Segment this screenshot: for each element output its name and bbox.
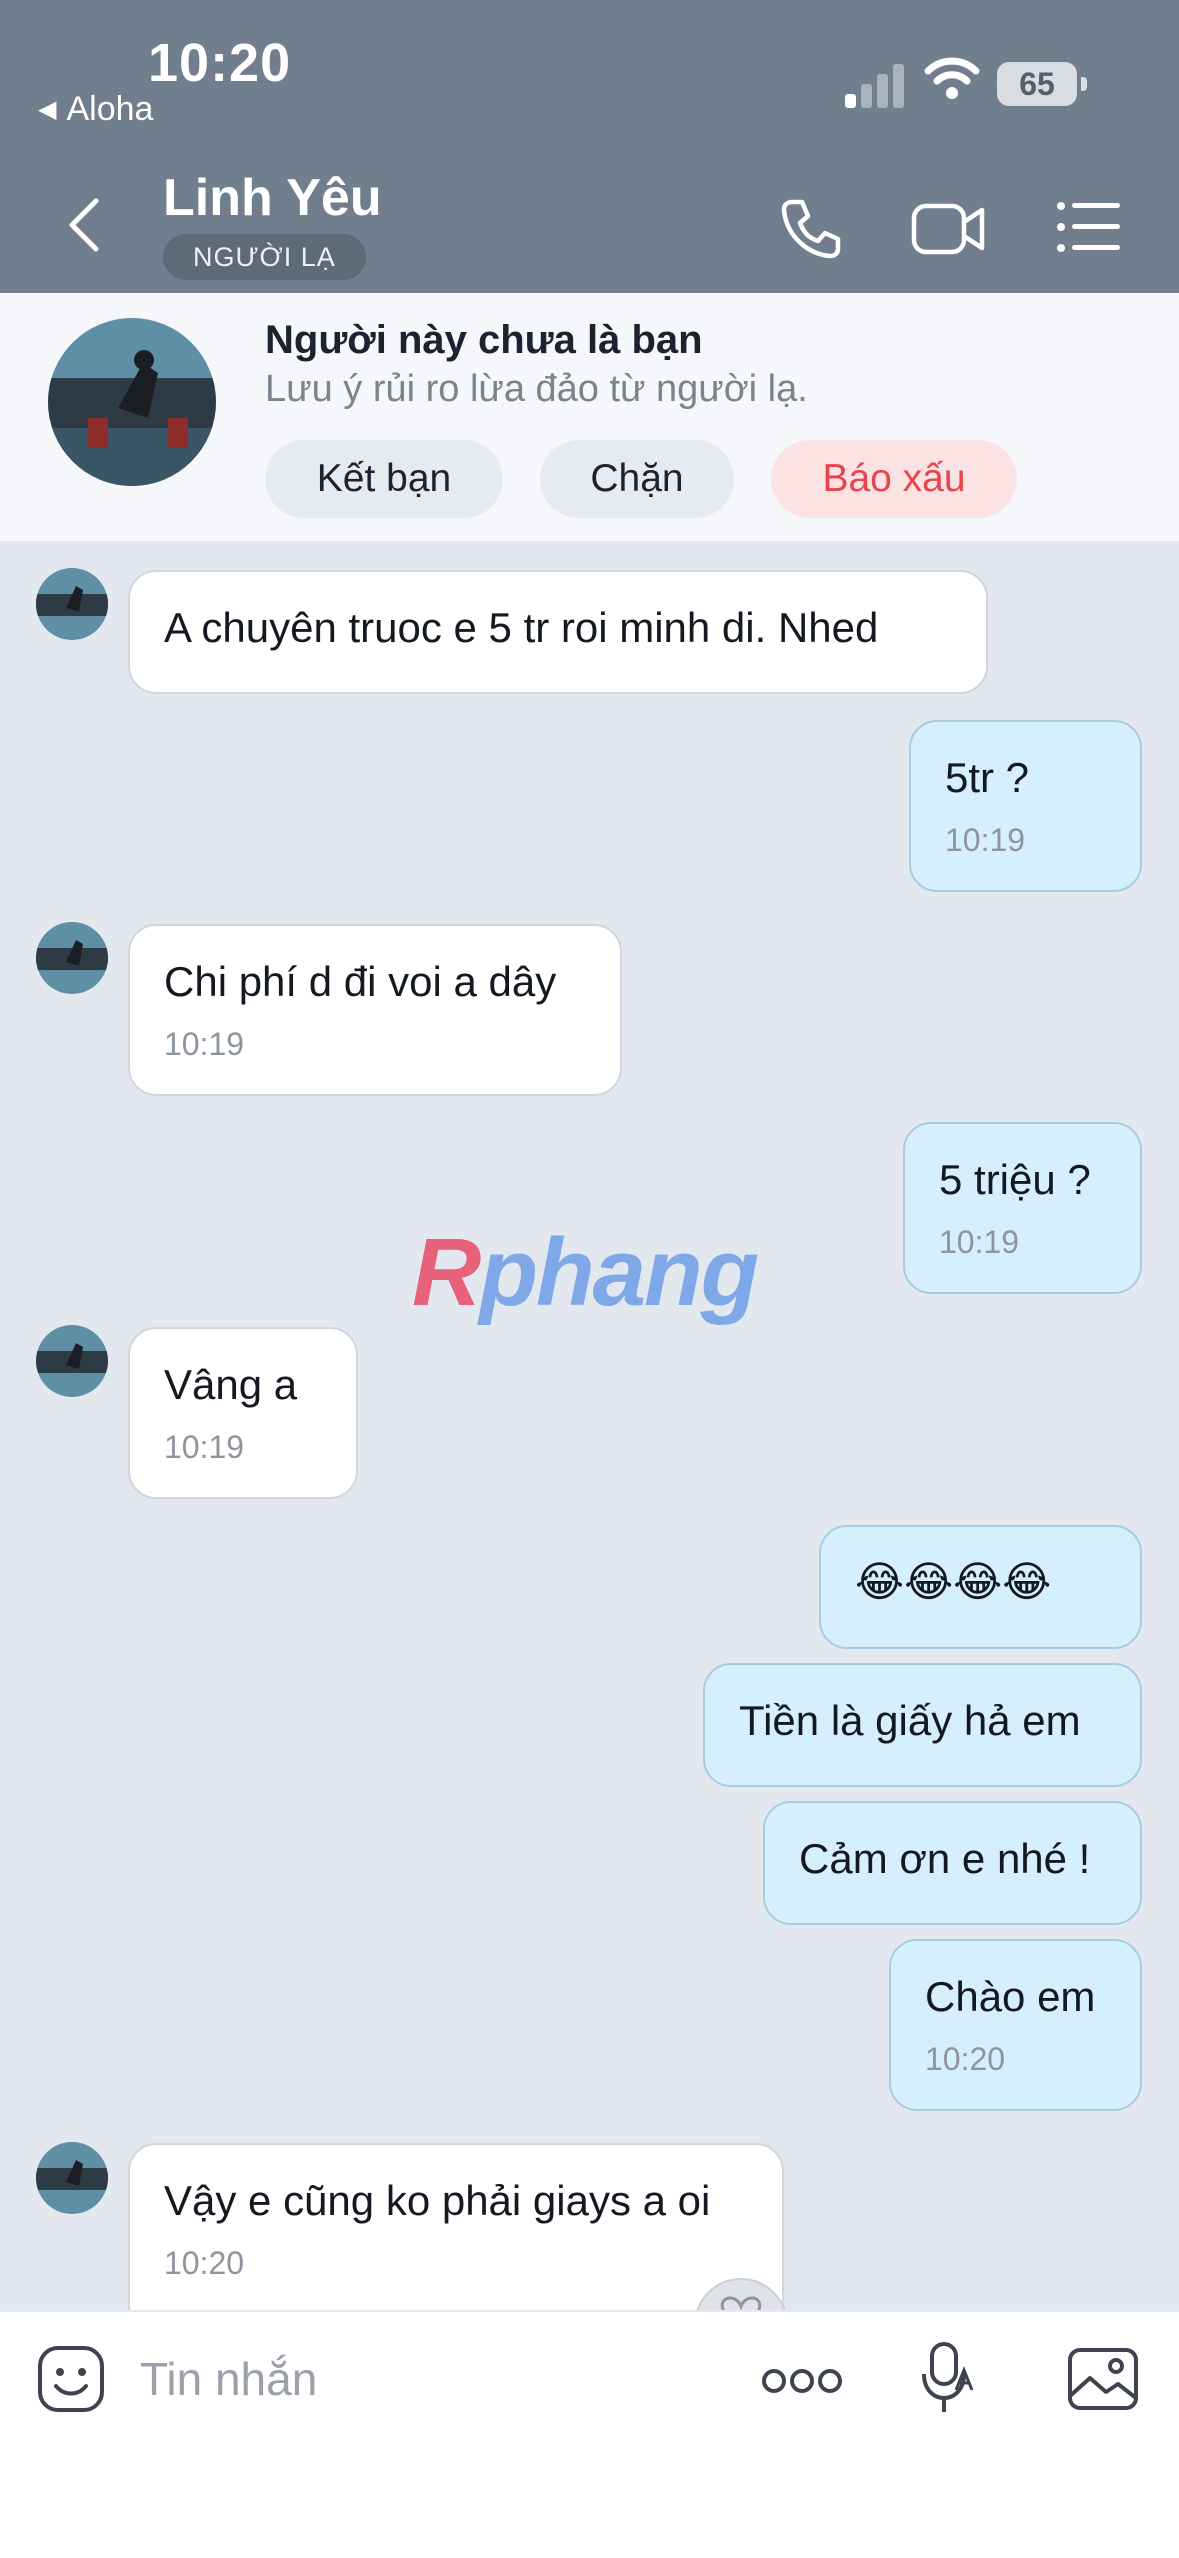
back-to-app-link[interactable]: ◀ Aloha bbox=[38, 90, 153, 129]
cellular-signal-icon bbox=[845, 62, 905, 108]
back-triangle-icon: ◀ bbox=[38, 96, 57, 123]
message-bubble-outgoing[interactable]: 5 triệu ? 10:19 bbox=[903, 1122, 1142, 1294]
battery-level: 65 bbox=[997, 62, 1077, 106]
message-composer bbox=[0, 2310, 1179, 2558]
banner-title: Người này chưa là bạn bbox=[265, 318, 703, 362]
message-bubble-outgoing[interactable]: 5tr ? 10:19 bbox=[909, 720, 1142, 892]
watermark-logo: Rphang bbox=[412, 1219, 759, 1326]
phone-call-icon[interactable] bbox=[778, 196, 844, 262]
message-time: 10:19 bbox=[164, 1429, 245, 1465]
sender-avatar[interactable] bbox=[36, 568, 108, 640]
message-bubble-outgoing[interactable]: Cảm ơn e nhé ! bbox=[763, 1801, 1142, 1925]
stranger-badge: NGƯỜI LẠ bbox=[163, 234, 366, 280]
message-time: 10:20 bbox=[164, 2245, 245, 2281]
message-text: A chuyên truoc e 5 tr roi minh di. Nhed bbox=[164, 604, 879, 651]
back-app-label: Aloha bbox=[66, 90, 154, 128]
message-bubble-incoming[interactable]: A chuyên truoc e 5 tr roi minh di. Nhed bbox=[128, 570, 988, 694]
message-bubble-incoming[interactable]: Chi phí d đi voi a dây 10:19 bbox=[128, 924, 622, 1096]
message-text: Vậy e cũng ko phải giays a oi bbox=[164, 2177, 711, 2224]
message-time: 10:19 bbox=[945, 822, 1026, 858]
message-bubble-outgoing[interactable]: Tiền là giấy hả em bbox=[703, 1663, 1142, 1787]
message-input[interactable]: Tin nhắn bbox=[140, 2352, 317, 2406]
voice-microphone-icon[interactable] bbox=[918, 2340, 974, 2416]
sender-avatar[interactable] bbox=[36, 922, 108, 994]
sticker-emoji-icon[interactable] bbox=[36, 2344, 106, 2414]
message-text: Cảm ơn e nhé ! bbox=[799, 1835, 1091, 1882]
photo-gallery-icon[interactable] bbox=[1066, 2346, 1140, 2412]
menu-list-icon[interactable] bbox=[1056, 200, 1122, 254]
message-bubble-incoming[interactable]: Vâng a 10:19 bbox=[128, 1327, 358, 1499]
message-text: 😂😂😂😂 bbox=[855, 1558, 1052, 1605]
message-text: Chi phí d đi voi a dây bbox=[164, 958, 557, 1005]
message-bubble-outgoing[interactable]: Chào em 10:20 bbox=[889, 1939, 1142, 2111]
contact-name[interactable]: Linh Yêu bbox=[163, 168, 382, 228]
message-text: Vâng a bbox=[164, 1361, 298, 1408]
back-arrow-icon[interactable] bbox=[62, 195, 106, 255]
message-text: 5 triệu ? bbox=[939, 1156, 1091, 1203]
status-time: 10:20 bbox=[148, 33, 292, 93]
sender-avatar[interactable] bbox=[36, 2142, 108, 2214]
video-call-icon[interactable] bbox=[910, 200, 988, 258]
battery-tip bbox=[1081, 77, 1087, 91]
message-time: 10:20 bbox=[925, 2041, 1006, 2077]
banner-subtitle: Lưu ý rủi ro lừa đảo từ người lạ. bbox=[265, 368, 808, 410]
message-text: 5tr ? bbox=[945, 754, 1030, 801]
message-time: 10:19 bbox=[164, 1026, 245, 1062]
message-time: 10:19 bbox=[939, 1224, 1020, 1260]
message-text: Chào em bbox=[925, 1973, 1096, 2020]
wifi-icon bbox=[924, 57, 980, 99]
more-options-icon[interactable] bbox=[760, 2366, 844, 2396]
contact-avatar[interactable] bbox=[48, 318, 216, 486]
message-bubble-outgoing[interactable]: 😂😂😂😂 bbox=[819, 1525, 1142, 1649]
report-button[interactable]: Báo xấu bbox=[771, 440, 1017, 518]
sender-avatar[interactable] bbox=[36, 1325, 108, 1397]
add-friend-button[interactable]: Kết bạn bbox=[265, 440, 503, 518]
message-text: Tiền là giấy hả em bbox=[739, 1697, 1081, 1744]
block-button[interactable]: Chặn bbox=[540, 440, 734, 518]
